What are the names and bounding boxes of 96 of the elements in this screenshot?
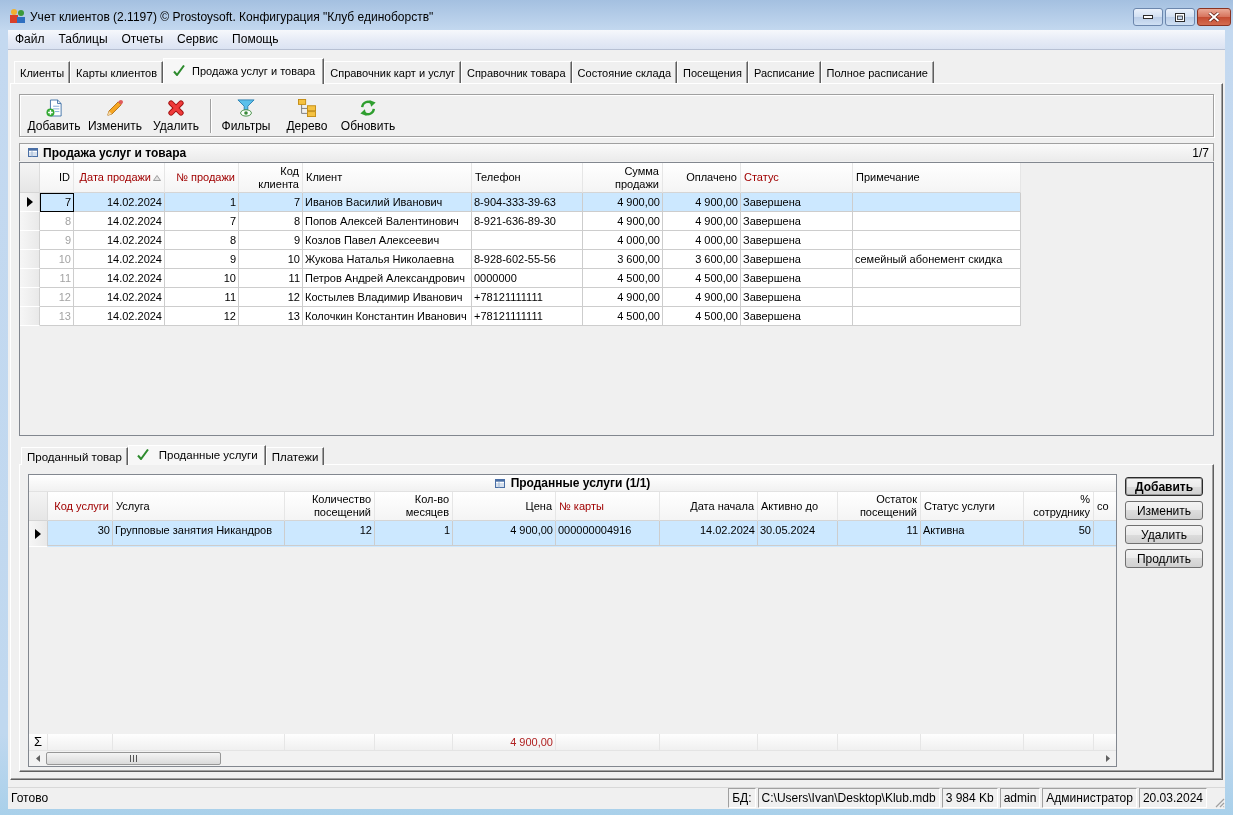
- table-cell: 30: [48, 521, 113, 546]
- table-cell: Активна: [921, 521, 1024, 546]
- table-row[interactable]: 10 14.02.2024 9 10 Жукова Наталья Николаевна 8-928-602-55-56 3 600,00 3 600,00 Завершена семейный абонемент скидка: [20, 250, 1021, 269]
- toolbar-button[interactable]: Дерево: [278, 96, 336, 135]
- record-counter: 1/7: [1192, 145, 1209, 160]
- scroll-left-icon[interactable]: [35, 755, 40, 762]
- table-row[interactable]: 9 14.02.2024 8 9 Козлов Павел Алексеевич 4 000,00 4 000,00 Завершена: [20, 231, 1021, 250]
- table-row[interactable]: 7 14.02.2024 1 7 Иванов Василий Иванович 8-904-333-39-63 4 900,00 4 900,00 Завершена: [20, 193, 1021, 212]
- status-message: Готово: [10, 790, 50, 807]
- minimize-icon: [1143, 15, 1153, 19]
- table-cell: 4 900,00: [453, 521, 556, 546]
- add-document-icon: [46, 98, 62, 117]
- cross-icon: [167, 98, 185, 117]
- minimize-button[interactable]: [1133, 8, 1163, 26]
- table-cell: 4 500,00: [583, 307, 663, 326]
- table-cell: +78121111111: [472, 307, 583, 326]
- table-row[interactable]: 30 Групповые занятия Никандров 12 1 4 900,00 000000004916 14.02.2024 30.05.2024 11 Активна 50: [29, 521, 1116, 547]
- scroll-thumb[interactable]: [46, 752, 221, 765]
- table-cell: Групповые занятия Никандров: [113, 521, 285, 546]
- action-button[interactable]: Продлить: [1125, 549, 1203, 568]
- size-grip-icon: [1213, 796, 1225, 808]
- section-title: Продажа услуг и товара: [43, 145, 187, 160]
- tab[interactable]: Проданный товар: [21, 447, 128, 465]
- check-icon: [136, 449, 149, 460]
- folder-tree-icon: [298, 98, 316, 117]
- menu-item[interactable]: Файл: [8, 30, 52, 47]
- menu-item[interactable]: Таблицы: [51, 30, 115, 47]
- table-cell: 12: [285, 521, 375, 546]
- table-cell: Завершена: [741, 307, 853, 326]
- table-cell: 13: [239, 307, 303, 326]
- refresh-icon: [359, 98, 377, 117]
- tab[interactable]: Продажа услуг и товара: [163, 58, 325, 84]
- toolbar-button[interactable]: Удалить: [147, 96, 205, 135]
- toolbar-button[interactable]: Добавить: [25, 96, 83, 135]
- table-cell: 11: [838, 521, 921, 546]
- tab[interactable]: Проданные услуги: [127, 445, 266, 465]
- tab[interactable]: Справочник товара: [460, 61, 572, 83]
- table-icon: [494, 478, 505, 488]
- table-row[interactable]: 12 14.02.2024 11 12 Костылев Владимир Иванович +78121111111 4 900,00 4 900,00 Завершена: [20, 288, 1021, 307]
- table-cell: 30.05.2024: [758, 521, 838, 546]
- tab[interactable]: Состояние склада: [571, 61, 678, 83]
- action-button[interactable]: Изменить: [1125, 501, 1203, 520]
- tab[interactable]: Платежи: [265, 447, 325, 465]
- toolbar-button[interactable]: Изменить: [86, 96, 144, 135]
- header-corner-cell: [20, 163, 40, 193]
- table-cell: 14.02.2024: [660, 521, 758, 546]
- status-field: C:\Users\Ivan\Desktop\Klub.mdb: [757, 788, 940, 808]
- status-field: Администратор: [1042, 788, 1137, 808]
- maximize-icon: [1175, 12, 1185, 22]
- close-icon: [1208, 12, 1220, 22]
- table-cell: 13: [40, 307, 74, 326]
- tab[interactable]: Карты клиентов: [70, 61, 164, 83]
- close-button[interactable]: [1197, 8, 1231, 26]
- toolbar-button[interactable]: Фильтры: [217, 96, 275, 135]
- table-cell: 50: [1024, 521, 1094, 546]
- tab[interactable]: Расписание: [747, 61, 821, 83]
- table-row[interactable]: 8 14.02.2024 7 8 Попов Алексей Валентинович 8-921-636-89-30 4 900,00 4 900,00 Завершена: [20, 212, 1021, 231]
- table-cell: 14.02.2024: [74, 307, 165, 326]
- tab[interactable]: Справочник карт и услуг: [324, 61, 461, 83]
- total-value: 4 900,00: [510, 736, 553, 748]
- row-pointer-icon: [26, 197, 33, 207]
- funnel-icon: [237, 98, 255, 117]
- column-header[interactable]: ID: [40, 163, 74, 193]
- status-field: 20.03.2024: [1138, 788, 1207, 808]
- action-button[interactable]: Добавить: [1125, 477, 1203, 496]
- action-button[interactable]: Удалить: [1125, 525, 1203, 544]
- window-title: Учет клиентов (2.1197) © Prostoysoft. Конфигурация "Клуб единоборств": [30, 10, 434, 24]
- app-icon: [9, 8, 25, 24]
- table-title: Проданные услуги (1/1): [510, 476, 651, 490]
- table-cell: 1: [375, 521, 453, 546]
- sort-ascending-icon: [153, 174, 161, 181]
- menu-item[interactable]: Помощь: [225, 30, 286, 47]
- pencil-icon: [106, 98, 124, 117]
- totals-symbol: Σ: [33, 735, 42, 749]
- status-field: admin: [999, 788, 1041, 808]
- status-field: БД:: [728, 788, 756, 808]
- table-cell: Колочкин Константин Иванович: [303, 307, 472, 326]
- grip-icon: [130, 755, 137, 762]
- tab[interactable]: Посещения: [677, 61, 748, 83]
- status-field: 3 984 Kb: [941, 788, 998, 808]
- row-pointer-icon: [35, 528, 41, 539]
- table-cell: 000000004916: [556, 521, 660, 546]
- table-cell: 7: [40, 193, 74, 212]
- tab[interactable]: Полное расписание: [820, 61, 934, 83]
- maximize-button[interactable]: [1165, 8, 1195, 26]
- table-icon: [28, 148, 38, 157]
- menu-item[interactable]: Сервис: [170, 30, 226, 47]
- table-cell: 12: [165, 307, 239, 326]
- tab[interactable]: Клиенты: [14, 61, 71, 83]
- scroll-right-icon[interactable]: [1105, 755, 1110, 762]
- table-cell: 4 500,00: [663, 307, 741, 326]
- table-row[interactable]: 11 14.02.2024 10 11 Петров Андрей Александрович 0000000 4 500,00 4 500,00 Завершена: [20, 269, 1021, 288]
- menu-item[interactable]: Отчеты: [114, 30, 170, 47]
- table-row[interactable]: 13 14.02.2024 12 13 Колочкин Константин Иванович +78121111111 4 500,00 4 500,00 Завершена: [20, 307, 1021, 326]
- check-icon: [173, 65, 186, 76]
- toolbar-button[interactable]: Обновить: [339, 96, 397, 135]
